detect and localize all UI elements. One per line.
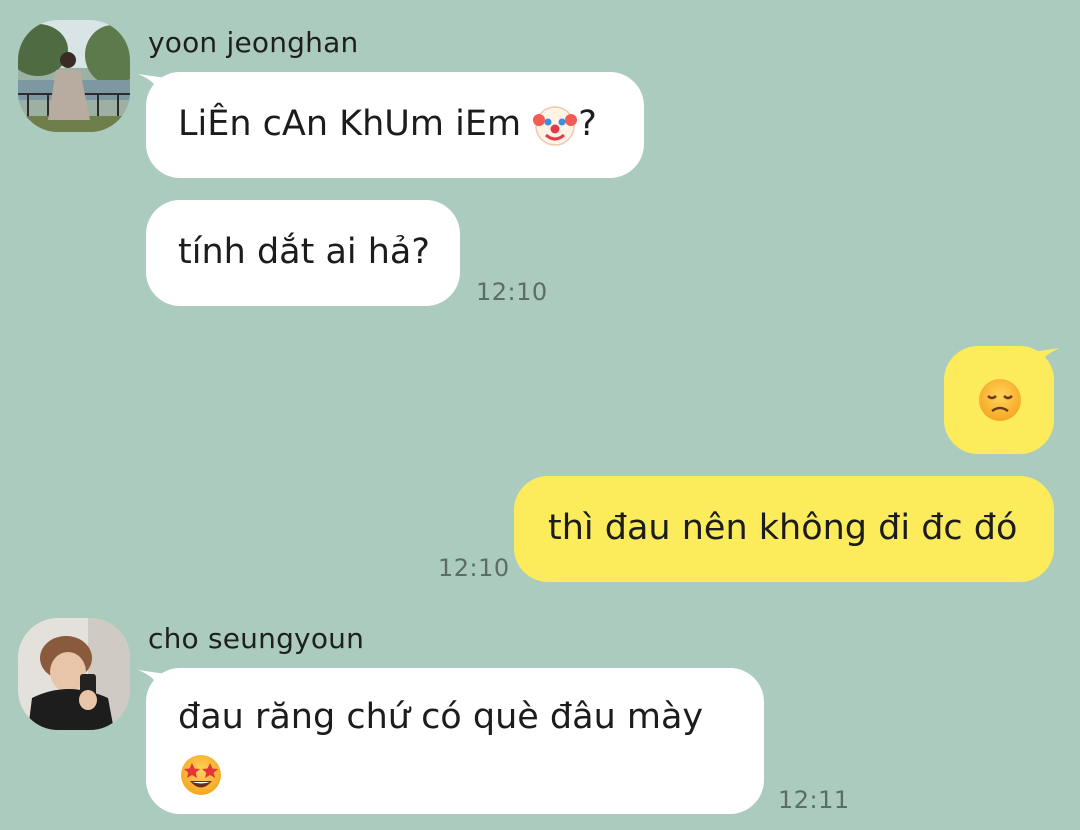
message-text-suffix: ? (578, 104, 597, 144)
message-text: thì đau nên không đi đc đó (548, 508, 1018, 548)
avatar-yoon-jeonghan[interactable] (18, 20, 130, 132)
message-timestamp: 12:10 (476, 278, 548, 306)
clown-face-emoji (532, 102, 578, 148)
avatar-cho-seungyoun[interactable] (18, 618, 130, 730)
message-text: đau răng chứ có què đâu mày (178, 697, 704, 737)
star-struck-emoji (178, 752, 224, 798)
message-bubble[interactable]: LiÊn cAn KhUm iEm ? (146, 72, 644, 178)
message-timestamp: 12:10 (438, 554, 510, 582)
sender-name: cho seungyoun (148, 622, 365, 655)
message-text: LiÊn cAn KhUm iEm (178, 104, 522, 144)
disappointed-face-emoji (976, 376, 1024, 424)
sender-name: yoon jeonghan (148, 26, 359, 59)
message-bubble[interactable] (944, 346, 1054, 454)
message-bubble[interactable]: tính dắt ai hả? (146, 200, 460, 306)
message-text: tính dắt ai hả? (178, 232, 430, 272)
message-bubble[interactable]: đau răng chứ có què đâu mày (146, 668, 764, 814)
message-timestamp: 12:11 (778, 786, 850, 814)
message-bubble[interactable]: thì đau nên không đi đc đó (514, 476, 1054, 582)
